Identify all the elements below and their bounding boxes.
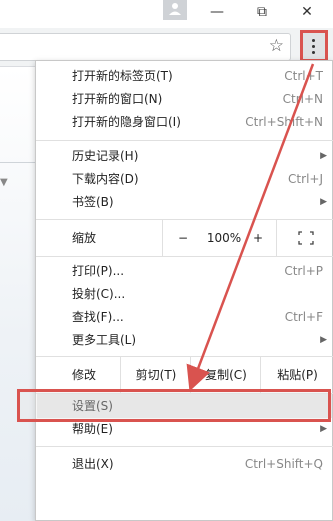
menu-separator	[36, 140, 333, 141]
menu-item-cast[interactable]: 投射(C)...	[36, 283, 333, 306]
zoom-level: 100%	[206, 231, 242, 245]
profile-icon	[169, 3, 181, 15]
menu-item-label: 下载内容(D)	[72, 172, 139, 186]
page-caret-icon: ▼	[0, 177, 8, 188]
menu-item-shortcut: Ctrl+J	[288, 172, 323, 186]
menu-item-label: 书签(B)	[72, 195, 114, 209]
menu-item-label: 打开新的标签页(T)	[72, 69, 173, 83]
submenu-arrow-icon: ▶	[320, 335, 327, 345]
edit-label: 修改	[72, 368, 97, 382]
menu-item-label: 查找(F)...	[72, 310, 124, 324]
zoom-row: 缩放 − 100% +	[36, 220, 333, 256]
title-bar: — ⧉ ✕	[0, 0, 333, 28]
paste-button[interactable]: 粘贴(P)	[260, 357, 333, 393]
menu-item-label: 投射(C)...	[72, 287, 126, 301]
menu-item-shortcut: Ctrl+Shift+N	[245, 115, 323, 129]
cut-button[interactable]: 剪切(T)	[120, 357, 191, 393]
menu-item-new-incognito-window[interactable]: 打开新的隐身窗口(I) Ctrl+Shift+N	[36, 111, 333, 134]
submenu-arrow-icon: ▶	[320, 197, 327, 207]
menu-item-label: 打印(P)...	[72, 264, 125, 278]
zoom-in-button[interactable]: +	[246, 220, 270, 256]
chrome-menu-button[interactable]	[300, 30, 328, 62]
menu-item-more-tools[interactable]: 更多工具(L) ▶	[36, 329, 333, 352]
menu-item-print[interactable]: 打印(P)... Ctrl+P	[36, 260, 333, 283]
copy-button[interactable]: 复制(C)	[190, 357, 261, 393]
menu-item-exit[interactable]: 退出(X) Ctrl+Shift+Q	[36, 453, 333, 476]
menu-item-bookmarks[interactable]: 书签(B) ▶	[36, 191, 333, 214]
star-icon[interactable]: ☆	[269, 36, 284, 56]
menu-item-new-tab[interactable]: 打开新的标签页(T) Ctrl+T	[36, 65, 333, 88]
fullscreen-icon	[297, 231, 314, 245]
close-button[interactable]: ✕	[292, 2, 322, 22]
maximize-button[interactable]: ⧉	[247, 2, 277, 22]
submenu-arrow-icon: ▶	[320, 151, 327, 161]
menu-item-shortcut: Ctrl+N	[282, 92, 323, 106]
kebab-menu-icon	[312, 39, 316, 57]
menu-item-label: 更多工具(L)	[72, 333, 137, 347]
address-bar[interactable]: ☆	[0, 33, 291, 61]
menu-item-label: 打开新的窗口(N)	[72, 92, 163, 106]
page-divider	[0, 162, 35, 163]
zoom-out-button[interactable]: −	[162, 220, 203, 256]
menu-item-find[interactable]: 查找(F)... Ctrl+F	[36, 306, 333, 329]
menu-item-label: 退出(X)	[72, 457, 114, 471]
minimize-button[interactable]: —	[202, 2, 232, 22]
menu-item-new-window[interactable]: 打开新的窗口(N) Ctrl+N	[36, 88, 333, 111]
fullscreen-button[interactable]	[276, 220, 333, 256]
menu-item-label: 打开新的隐身窗口(I)	[72, 115, 181, 129]
menu-item-downloads[interactable]: 下载内容(D) Ctrl+J	[36, 168, 333, 191]
menu-separator	[36, 446, 333, 447]
menu-separator	[36, 256, 333, 257]
menu-item-shortcut: Ctrl+F	[284, 310, 323, 324]
menu-item-shortcut: Ctrl+T	[284, 69, 323, 83]
menu-item-shortcut: Ctrl+P	[284, 264, 323, 278]
edit-row: 修改 剪切(T) 复制(C) 粘贴(P)	[36, 357, 333, 393]
menu-item-label: 历史记录(H)	[72, 149, 139, 163]
profile-button[interactable]	[163, 0, 187, 20]
menu-item-history[interactable]: 历史记录(H) ▶	[36, 145, 333, 168]
menu-item-shortcut: Ctrl+Shift+Q	[244, 457, 323, 471]
chrome-main-menu: 打开新的标签页(T) Ctrl+T 打开新的窗口(N) Ctrl+N 打开新的隐…	[35, 60, 333, 521]
settings-highlight-box	[17, 389, 331, 422]
zoom-label: 缩放	[72, 231, 97, 245]
